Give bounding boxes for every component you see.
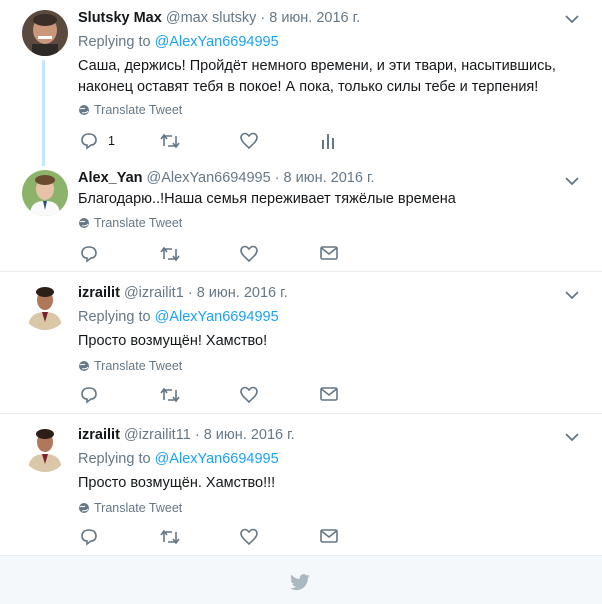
twitter-bird-icon [290,574,310,591]
retweet-icon [160,387,180,403]
replying-to-link[interactable]: @AlexYan6694995 [155,451,279,467]
message-icon [320,529,338,543]
globe-icon [79,503,89,513]
like-button[interactable] [240,528,258,546]
translate-label: Translate Tweet [94,103,183,117]
retweet-icon [160,246,180,262]
replying-to: Replying to @AlexYan6694995 [78,34,279,50]
separator-dot: · [260,10,266,26]
display-name[interactable]: izrailit [78,427,120,443]
retweet-button[interactable] [160,132,180,150]
tweet-text: Просто возмущён. Хамство!!! [78,475,276,491]
retweet-icon [160,133,180,149]
caret-down-icon[interactable] [565,14,579,24]
message-icon [320,387,338,401]
translate-tweet[interactable]: Translate Tweet [78,501,182,515]
user-handle[interactable]: @izrailit11 [124,427,191,443]
user-handle[interactable]: @AlexYan6694995 [147,170,271,186]
user-handle[interactable]: @max slutsky [166,10,256,26]
tweet-text: Просто возмущён! Хамство! [78,333,268,349]
reply-icon [81,529,97,546]
avatar[interactable] [22,10,68,56]
message-icon [320,246,338,260]
retweet-button[interactable] [160,528,180,546]
tweet-header: Alex_Yan @AlexYan6694995 · 8 июн. 2016 г… [78,170,375,186]
tweet-3[interactable]: izrailit @izrailit1 · 8 июн. 2016 г. Rep… [0,272,602,413]
replying-to: Replying to @AlexYan6694995 [78,309,279,325]
like-icon [240,386,258,404]
tweet-header: izrailit @izrailit1 · 8 июн. 2016 г. [78,285,288,301]
tweet-actions [78,528,378,548]
retweet-button[interactable] [160,245,180,263]
message-button[interactable] [320,528,338,544]
reply-icon [81,387,97,404]
tweet-4[interactable]: izrailit @izrailit11 · 8 июн. 2016 г. Re… [0,414,602,556]
tweet-header: Slutsky Max @max slutsky · 8 июн. 2016 г… [78,10,360,26]
reply-icon [81,133,97,150]
tweet-1[interactable]: Slutsky Max @max slutsky · 8 июн. 2016 г… [0,0,602,160]
avatar[interactable] [22,170,68,216]
translate-label: Translate Tweet [94,216,183,230]
tweet-text-line: Саша, держись! Пройдёт немного времени, … [78,58,556,74]
replying-prefix: Replying to [78,451,151,467]
retweet-button[interactable] [160,386,180,404]
tweet-date[interactable]: 8 июн. 2016 г. [204,427,295,443]
caret-down-icon[interactable] [565,432,579,442]
tweet-actions [78,386,378,406]
reply-count: 1 [108,134,115,148]
replying-prefix: Replying to [78,34,151,50]
translate-tweet[interactable]: Translate Tweet [78,359,182,373]
avatar[interactable] [22,284,68,330]
like-icon [240,132,258,150]
tweet-header: izrailit @izrailit11 · 8 июн. 2016 г. [78,427,295,443]
replying-to: Replying to @AlexYan6694995 [78,451,279,467]
caret-down-icon[interactable] [565,290,579,300]
reply-button[interactable]: 1 [80,132,115,150]
replying-to-link[interactable]: @AlexYan6694995 [155,34,279,50]
tweet-actions: 1 [78,132,378,152]
like-button[interactable] [240,386,258,404]
message-button[interactable] [320,386,338,402]
like-icon [240,528,258,546]
translate-tweet[interactable]: Translate Tweet [78,216,182,230]
reply-icon [81,246,97,263]
message-button[interactable] [320,245,338,261]
translate-tweet[interactable]: Translate Tweet [78,103,182,117]
replying-prefix: Replying to [78,309,151,325]
timeline-footer [0,556,602,604]
reply-button[interactable] [80,528,98,546]
translate-label: Translate Tweet [94,359,183,373]
globe-icon [79,218,89,228]
replying-to-link[interactable]: @AlexYan6694995 [155,309,279,325]
user-handle[interactable]: @izrailit1 [124,285,184,301]
globe-icon [79,105,89,115]
reply-button[interactable] [80,245,98,263]
separator-dot: · [187,285,193,301]
avatar[interactable] [22,426,68,472]
tweet-actions [78,245,378,265]
translate-label: Translate Tweet [94,501,183,515]
separator-dot: · [194,427,200,443]
caret-down-icon[interactable] [565,176,579,186]
separator-dot: · [274,170,280,186]
tweet-date[interactable]: 8 июн. 2016 г. [197,285,288,301]
tweet-text-line: наконец оставят тебя в покое! А пока, то… [78,79,539,95]
retweet-icon [160,529,180,545]
analytics-icon [322,134,334,149]
globe-icon [79,361,89,371]
display-name[interactable]: Alex_Yan [78,170,143,186]
tweet-date[interactable]: 8 июн. 2016 г. [269,10,360,26]
display-name[interactable]: Slutsky Max [78,10,162,26]
like-button[interactable] [240,245,258,263]
tweet-date[interactable]: 8 июн. 2016 г. [284,170,375,186]
reply-button[interactable] [80,386,98,404]
tweet-text: Саша, держись! Пройдёт немного времени, … [78,56,578,98]
tweet-2[interactable]: Alex_Yan @AlexYan6694995 · 8 июн. 2016 г… [0,160,602,272]
display-name[interactable]: izrailit [78,285,120,301]
like-icon [240,245,258,263]
like-button[interactable] [240,132,258,150]
analytics-button[interactable] [321,132,335,150]
tweet-text: Благодарю..!Наша семья переживает тяжёлы… [78,191,456,207]
